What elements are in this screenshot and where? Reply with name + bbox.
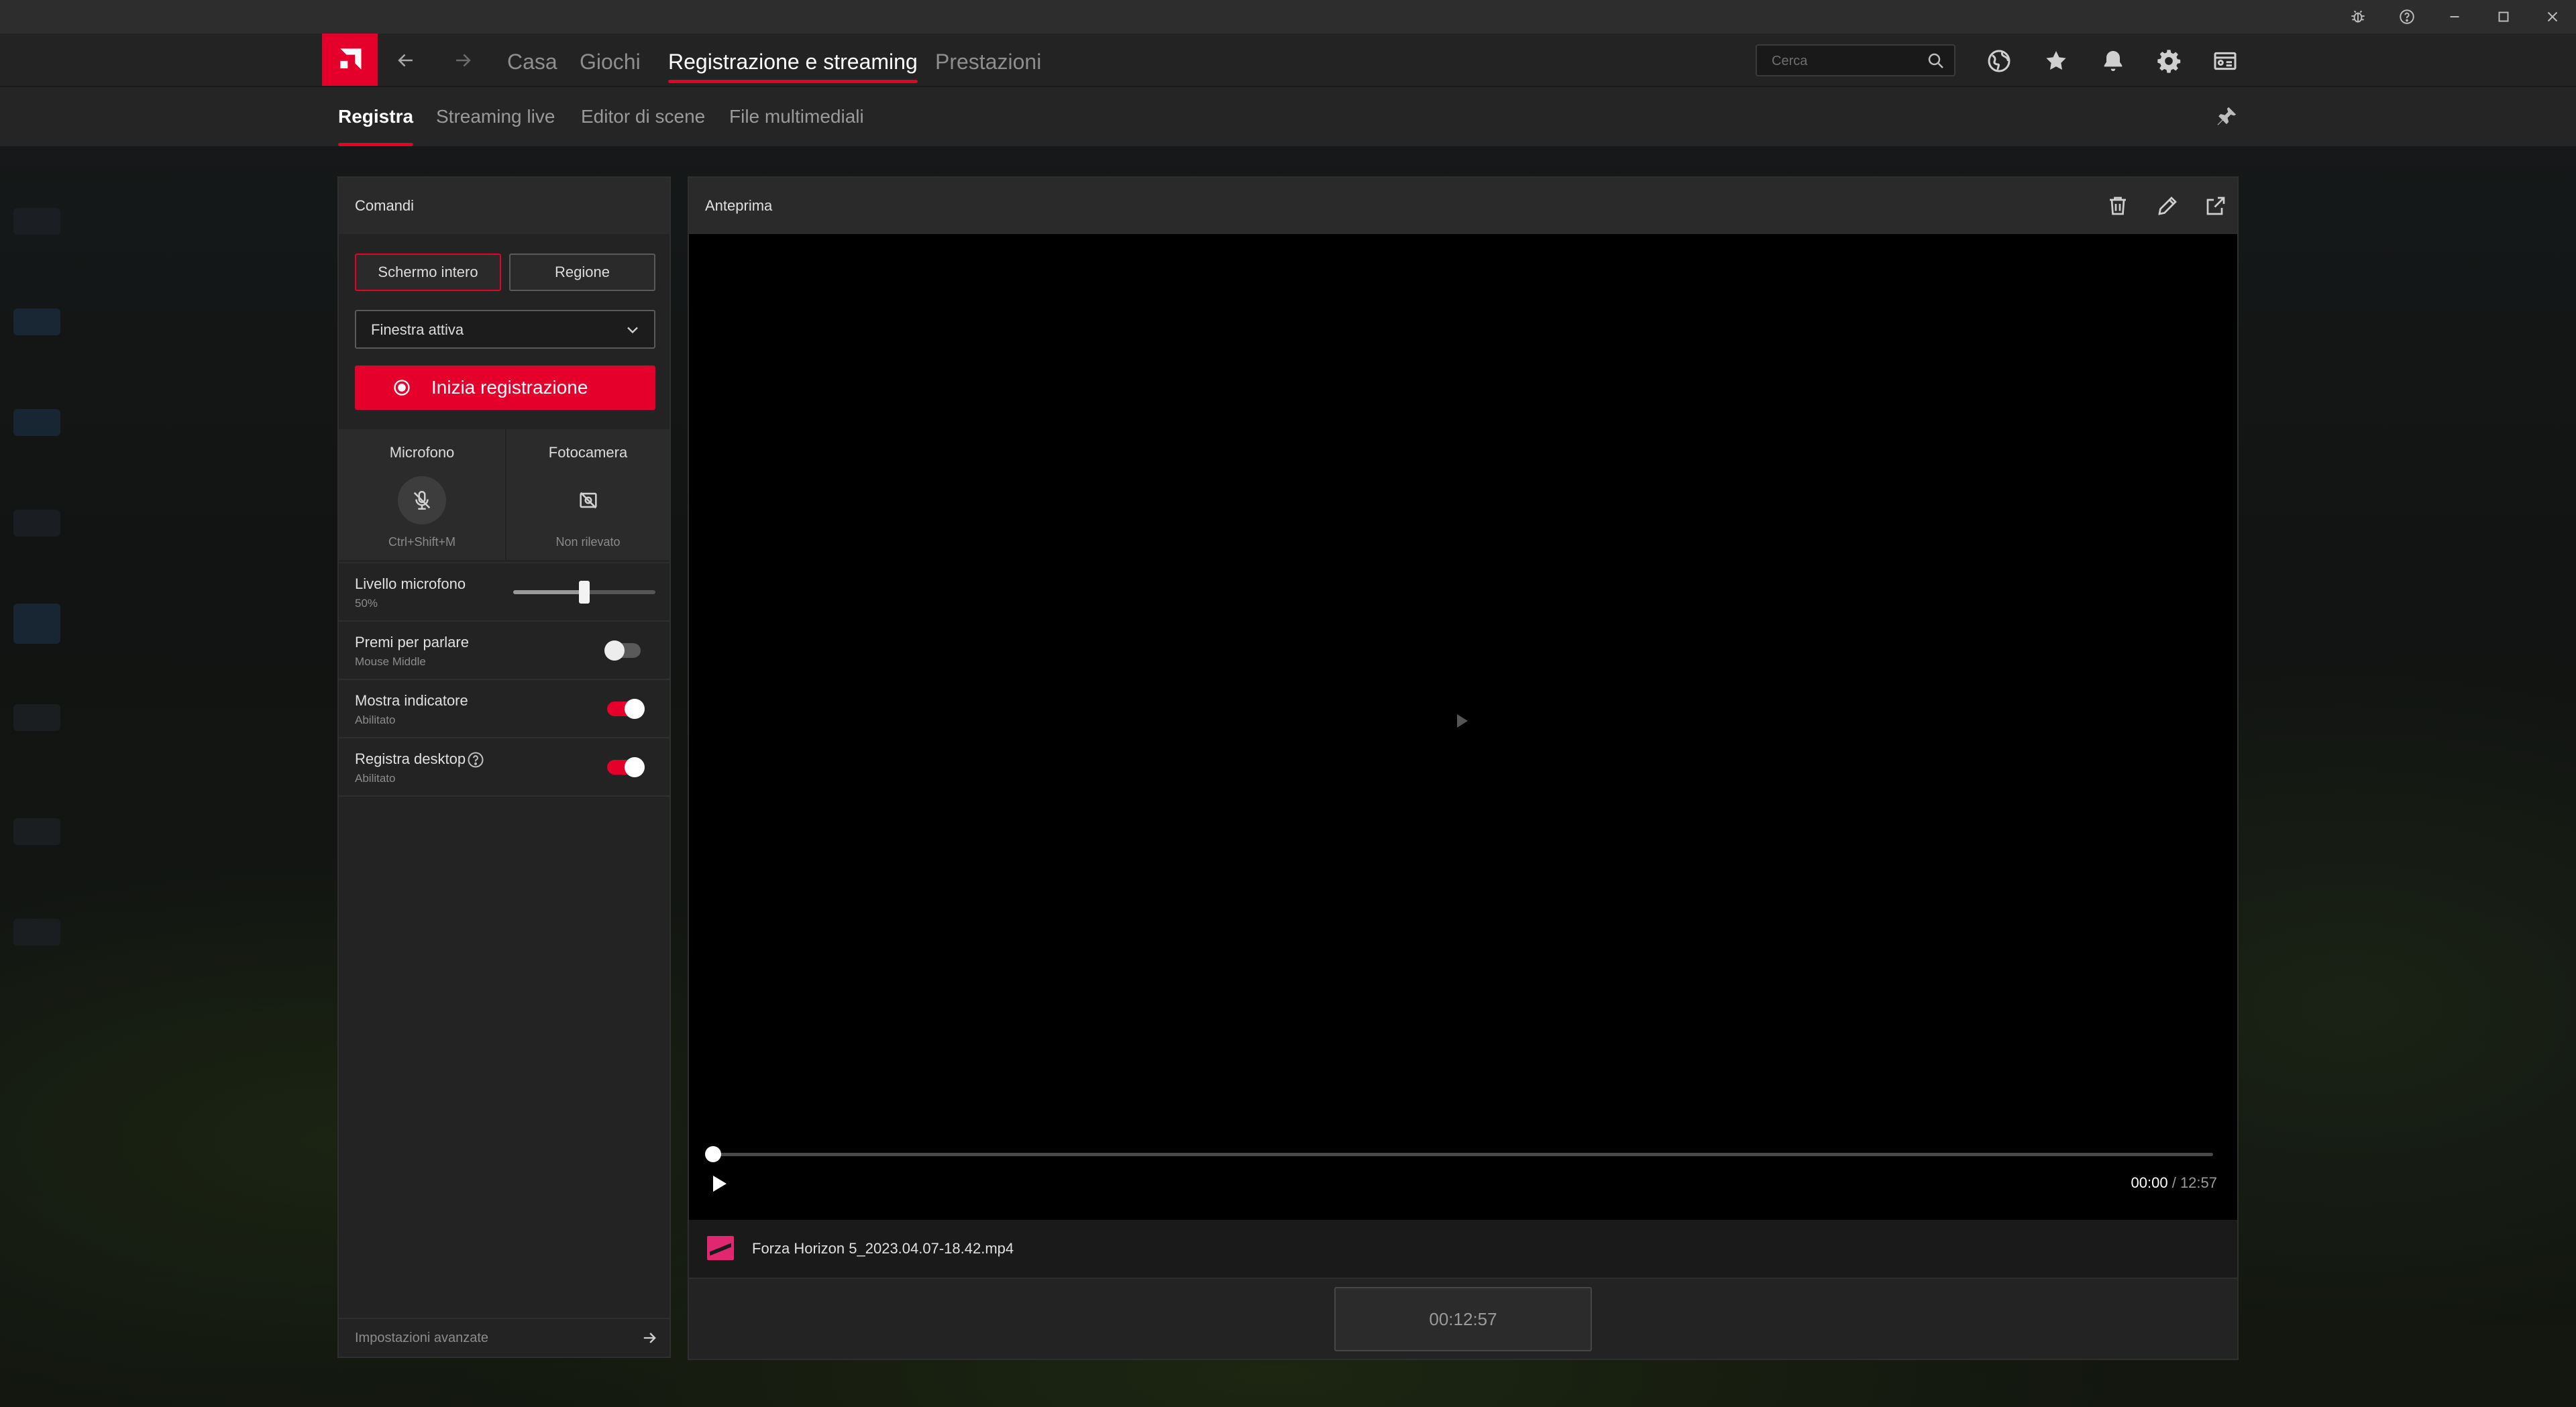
capture-full-screen-button[interactable]: Schermo intero [355, 254, 501, 291]
record-desktop-status: Abilitato [355, 772, 396, 785]
camera-toggle-button[interactable] [564, 476, 612, 524]
recording-duration: 00:12:57 [1334, 1287, 1592, 1351]
playback-time: 00:00 / 12:57 [2131, 1174, 2217, 1192]
microphone-off-icon [413, 490, 431, 510]
camera-tile: Fotocamera Non rilevato [506, 429, 669, 560]
push-to-talk-row: Premi per parlare Mouse Middle [339, 620, 669, 679]
capture-region-button[interactable]: Regione [509, 254, 655, 291]
video-seek-bar[interactable] [705, 1146, 2213, 1162]
camera-title: Fotocamera [548, 444, 628, 461]
external-link-icon[interactable] [2204, 194, 2228, 218]
amd-logo-icon[interactable] [322, 34, 378, 86]
close-icon[interactable] [2529, 0, 2576, 34]
minimize-icon[interactable] [2431, 0, 2478, 34]
total-time: / 12:57 [2171, 1174, 2217, 1191]
toggle-knob [604, 640, 625, 661]
microphone-tile: Microfono Ctrl+Shift+M [339, 429, 505, 560]
capture-source-dropdown[interactable]: Finestra attiva [355, 310, 655, 349]
seek-thumb[interactable] [705, 1146, 721, 1162]
start-recording-button[interactable]: Inizia registrazione [355, 365, 655, 410]
subtab-live-streaming[interactable]: Streaming live [436, 87, 555, 146]
slider-fill [513, 590, 584, 594]
microphone-shortcut: Ctrl+Shift+M [388, 535, 456, 549]
current-time: 00:00 [2131, 1174, 2168, 1191]
divider [339, 795, 669, 798]
trash-icon[interactable] [2106, 194, 2130, 218]
controls-title: Comandi [339, 178, 669, 234]
subtab-media-files[interactable]: File multimediali [729, 87, 864, 146]
toggle-knob [625, 699, 645, 719]
show-indicator-title: Mostra indicatore [355, 692, 468, 709]
show-indicator-row: Mostra indicatore Abilitato [339, 679, 669, 738]
play-indicator-icon [1457, 714, 1468, 728]
file-info-row[interactable]: Forza Horizon 5_2023.04.07-18.42.mp4 [689, 1220, 2237, 1279]
background-shape [13, 919, 60, 946]
bell-icon[interactable] [2096, 44, 2130, 78]
mic-level-row: Livello microfono 50% [339, 562, 669, 621]
microphone-mute-button[interactable] [398, 476, 446, 524]
main-nav: Casa Giochi Registrazione e streaming Pr… [0, 34, 2576, 87]
subtab-scene-editor[interactable]: Editor di scene [581, 87, 705, 146]
show-indicator-status: Abilitato [355, 714, 396, 726]
controls-panel: Comandi Schermo intero Regione Finestra … [337, 176, 671, 1358]
file-thumbnail [707, 1236, 734, 1260]
nav-tab-performance[interactable]: Prestazioni [935, 34, 1041, 86]
mic-level-slider[interactable] [513, 581, 655, 604]
push-to-talk-key: Mouse Middle [355, 655, 426, 668]
gear-icon[interactable] [2152, 44, 2186, 78]
help-icon[interactable] [2383, 0, 2430, 34]
camera-status: Non rilevato [555, 535, 621, 549]
search-box [1756, 44, 1955, 76]
record-icon [394, 380, 410, 396]
record-desktop-row: Registra desktop Abilitato [339, 737, 669, 796]
maximize-icon[interactable] [2480, 0, 2527, 34]
nav-tab-games[interactable]: Giochi [580, 34, 641, 86]
show-indicator-toggle[interactable] [607, 699, 645, 719]
camera-off-icon [580, 492, 597, 509]
record-desktop-toggle[interactable] [607, 757, 645, 777]
start-recording-label: Inizia registrazione [431, 377, 588, 398]
advanced-settings-label: Impostazioni avanzate [355, 1331, 489, 1345]
bug-report-icon[interactable] [2334, 0, 2381, 34]
pencil-icon[interactable] [2155, 194, 2180, 218]
search-input[interactable] [1770, 46, 1921, 76]
background-shape [13, 308, 60, 335]
advanced-settings-link[interactable]: Impostazioni avanzate [339, 1318, 669, 1357]
account-panel-icon[interactable] [2208, 44, 2242, 78]
chevron-down-icon [627, 327, 638, 334]
background-shape [13, 208, 60, 235]
record-desktop-title: Registra desktop [355, 750, 466, 767]
background-shape [13, 604, 60, 644]
mic-level-title: Livello microfono [355, 575, 466, 592]
subtab-record[interactable]: Registra [338, 87, 414, 146]
push-to-talk-toggle[interactable] [604, 640, 641, 661]
search-icon[interactable] [1926, 51, 1946, 71]
play-icon[interactable] [713, 1176, 727, 1192]
slider-thumb[interactable] [579, 581, 590, 604]
preview-title: Anteprima [689, 178, 2237, 234]
background-shape [13, 409, 60, 436]
video-preview[interactable]: 00:00 / 12:57 [689, 234, 2237, 1220]
globe-icon[interactable] [1982, 44, 2016, 78]
nav-tab-record-stream[interactable]: Registrazione e streaming [668, 34, 918, 86]
background-shape [13, 704, 60, 731]
sub-nav: Registra Streaming live Editor di scene … [0, 87, 2576, 146]
dropdown-value: Finestra attiva [371, 321, 464, 338]
microphone-title: Microfono [389, 444, 455, 461]
push-to-talk-title: Premi per parlare [355, 634, 469, 651]
background-shape [13, 510, 60, 537]
star-icon[interactable] [2039, 44, 2073, 78]
pin-icon[interactable] [2214, 104, 2239, 129]
toggle-knob [625, 757, 645, 777]
forward-arrow-icon[interactable] [443, 42, 483, 79]
preview-panel: Anteprima 00:00 / 12:57 Forza Horizon 5_… [688, 176, 2239, 1360]
title-bar [0, 0, 2576, 34]
help-circle-icon[interactable] [466, 750, 485, 769]
file-name: Forza Horizon 5_2023.04.07-18.42.mp4 [752, 1240, 1014, 1257]
background-shape [13, 818, 60, 845]
nav-tab-home[interactable]: Casa [507, 34, 557, 86]
arrow-right-icon [643, 1333, 656, 1343]
back-arrow-icon[interactable] [386, 42, 426, 79]
mic-level-value: 50% [355, 597, 378, 610]
